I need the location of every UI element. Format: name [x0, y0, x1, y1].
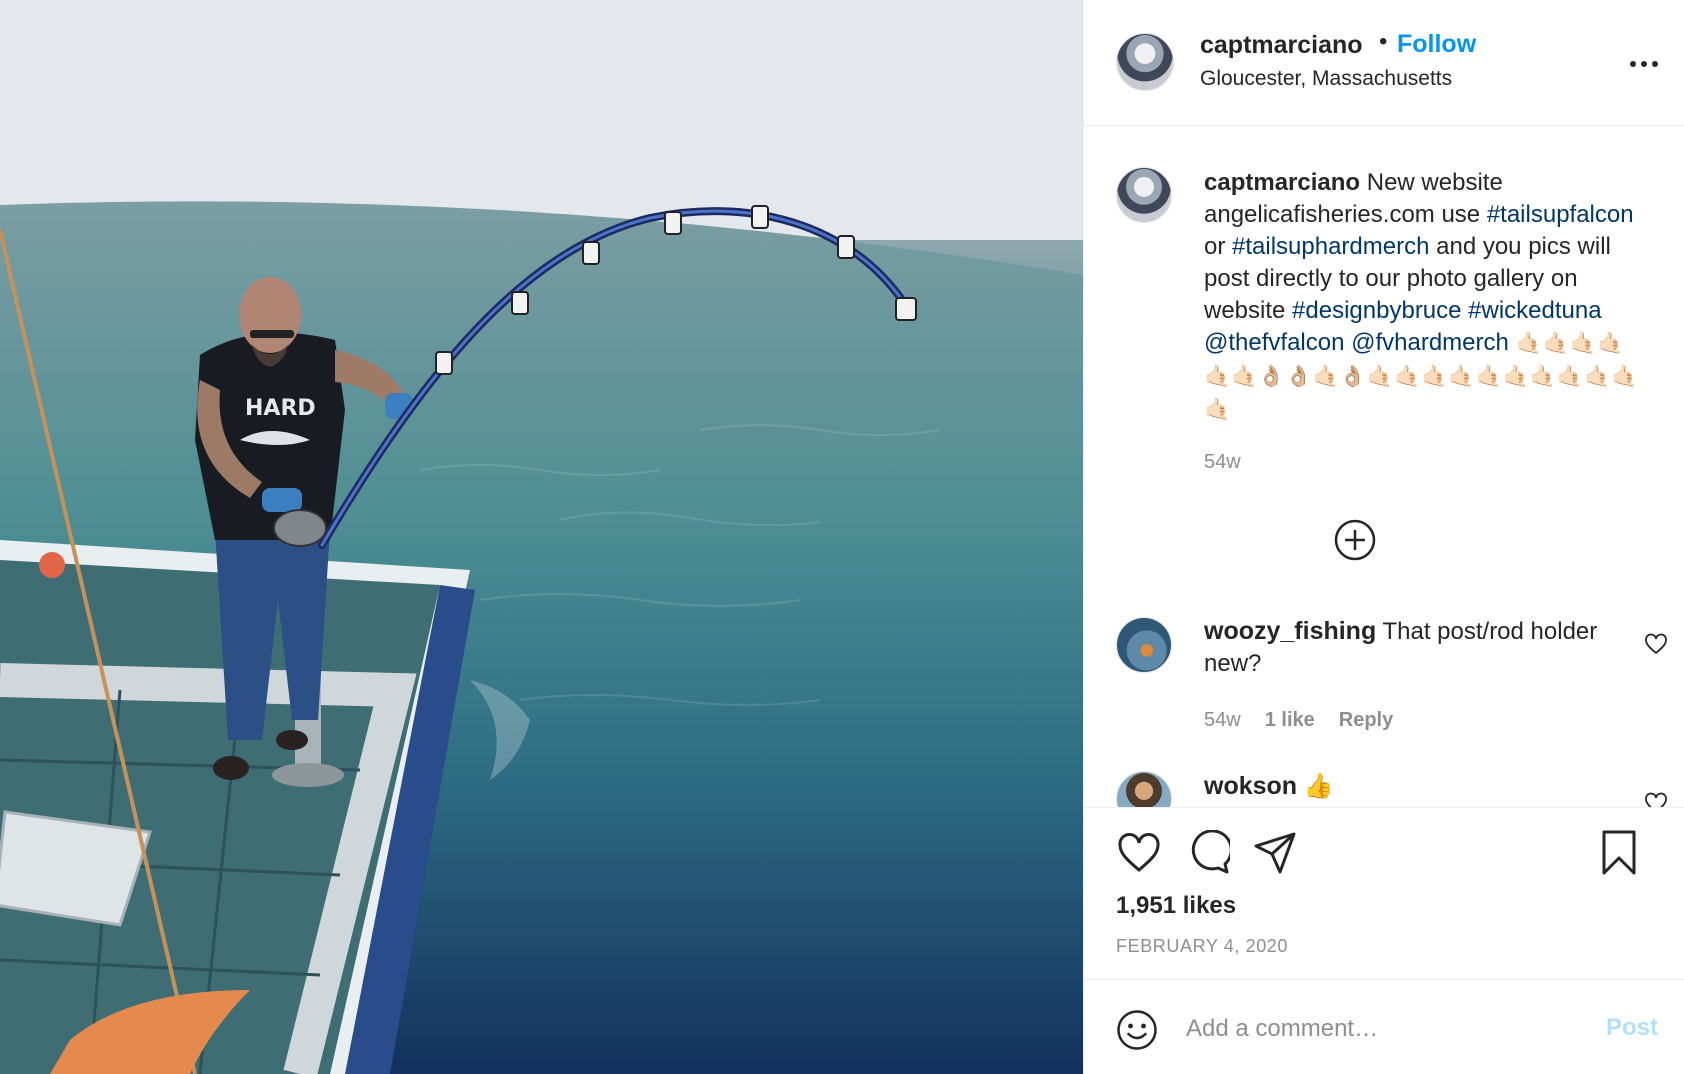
hashtag-designbybruce[interactable]: #designbybruce: [1292, 297, 1461, 324]
commenter-avatar[interactable]: [1116, 617, 1172, 673]
svg-text:HARD: HARD: [245, 396, 316, 421]
comment-item: woozy_fishing That post/rod holder new?: [1204, 615, 1604, 680]
comment-username[interactable]: wokson: [1204, 772, 1297, 800]
separator-dot: •: [1379, 28, 1388, 55]
bookmark-icon[interactable]: [1596, 830, 1642, 876]
post-header: captmarciano • Follow Gloucester, Massac…: [1084, 0, 1684, 126]
hashtag-wickedtuna[interactable]: #wickedtuna: [1468, 297, 1601, 324]
post-comment-button[interactable]: Post: [1606, 1014, 1658, 1042]
follow-button[interactable]: Follow: [1397, 30, 1476, 59]
fishing-photo-illustration: HARD: [0, 0, 1083, 1074]
plus-circle-icon[interactable]: [1333, 518, 1377, 562]
heart-icon[interactable]: [1116, 830, 1162, 876]
comment-text: 👍: [1303, 773, 1334, 800]
post-photo[interactable]: HARD: [0, 0, 1083, 1074]
post-date[interactable]: FEBRUARY 4, 2020: [1116, 936, 1288, 957]
caption-emojis-1: 🤙🏻🤙🏻🤙🏻🤙🏻: [1515, 332, 1625, 355]
post-side-panel: captmarciano • Follow Gloucester, Massac…: [1083, 0, 1684, 1074]
post-actions: 1,951 likes FEBRUARY 4, 2020: [1084, 807, 1684, 979]
post-caption: captmarciano New website angelicafisheri…: [1204, 167, 1644, 426]
smiley-icon[interactable]: [1116, 1009, 1158, 1051]
post-location[interactable]: Gloucester, Massachusetts: [1200, 67, 1452, 91]
paper-plane-icon[interactable]: [1252, 830, 1298, 876]
comment-username[interactable]: woozy_fishing: [1204, 617, 1376, 645]
comment-like-heart-icon[interactable]: [1644, 632, 1668, 656]
comment-like-heart-icon[interactable]: [1644, 791, 1668, 807]
caption-text-2: or: [1204, 233, 1226, 260]
comment-meta: 54w 1 like Reply: [1204, 709, 1393, 732]
instagram-post-modal: HARD captmarciano • Follow Gloucester, M…: [0, 0, 1684, 1074]
comment-item: wokson 👍: [1204, 770, 1334, 803]
author-username[interactable]: captmarciano: [1200, 31, 1363, 60]
add-comment-bar: Post: [1084, 979, 1684, 1074]
likes-count[interactable]: 1,951 likes: [1116, 892, 1236, 920]
mention-fvhardmerch[interactable]: @fvhardmerch: [1351, 329, 1509, 356]
more-options-icon[interactable]: [1630, 52, 1666, 76]
mention-thefvfalcon[interactable]: @thefvfalcon: [1204, 329, 1344, 356]
hashtag-tailsuphardmerch[interactable]: #tailsuphardmerch: [1232, 233, 1429, 260]
hashtag-tailsupfalcon[interactable]: #tailsupfalcon: [1487, 201, 1634, 228]
author-avatar[interactable]: [1116, 33, 1174, 91]
comment-likes[interactable]: 1 like: [1265, 709, 1315, 732]
comment-input[interactable]: [1184, 1004, 1568, 1054]
caption-author-avatar[interactable]: [1116, 167, 1172, 223]
caption-emojis-2: 🤙🏻🤙🏻👌🏼👌🏼🤙🏻👌🏼🤙🏻🤙🏻🤙🏻🤙🏻🤙🏻🤙🏻🤙🏻🤙🏻🤙🏻🤙🏻🤙🏻: [1204, 365, 1639, 421]
comments-list[interactable]: captmarciano New website angelicafisheri…: [1084, 127, 1684, 807]
caption-timestamp[interactable]: 54w: [1204, 451, 1241, 474]
comment-timestamp[interactable]: 54w: [1204, 709, 1241, 732]
reply-button[interactable]: Reply: [1339, 709, 1393, 732]
commenter-avatar[interactable]: [1116, 771, 1172, 807]
caption-username[interactable]: captmarciano: [1204, 169, 1360, 196]
comment-bubble-icon[interactable]: [1184, 830, 1230, 876]
